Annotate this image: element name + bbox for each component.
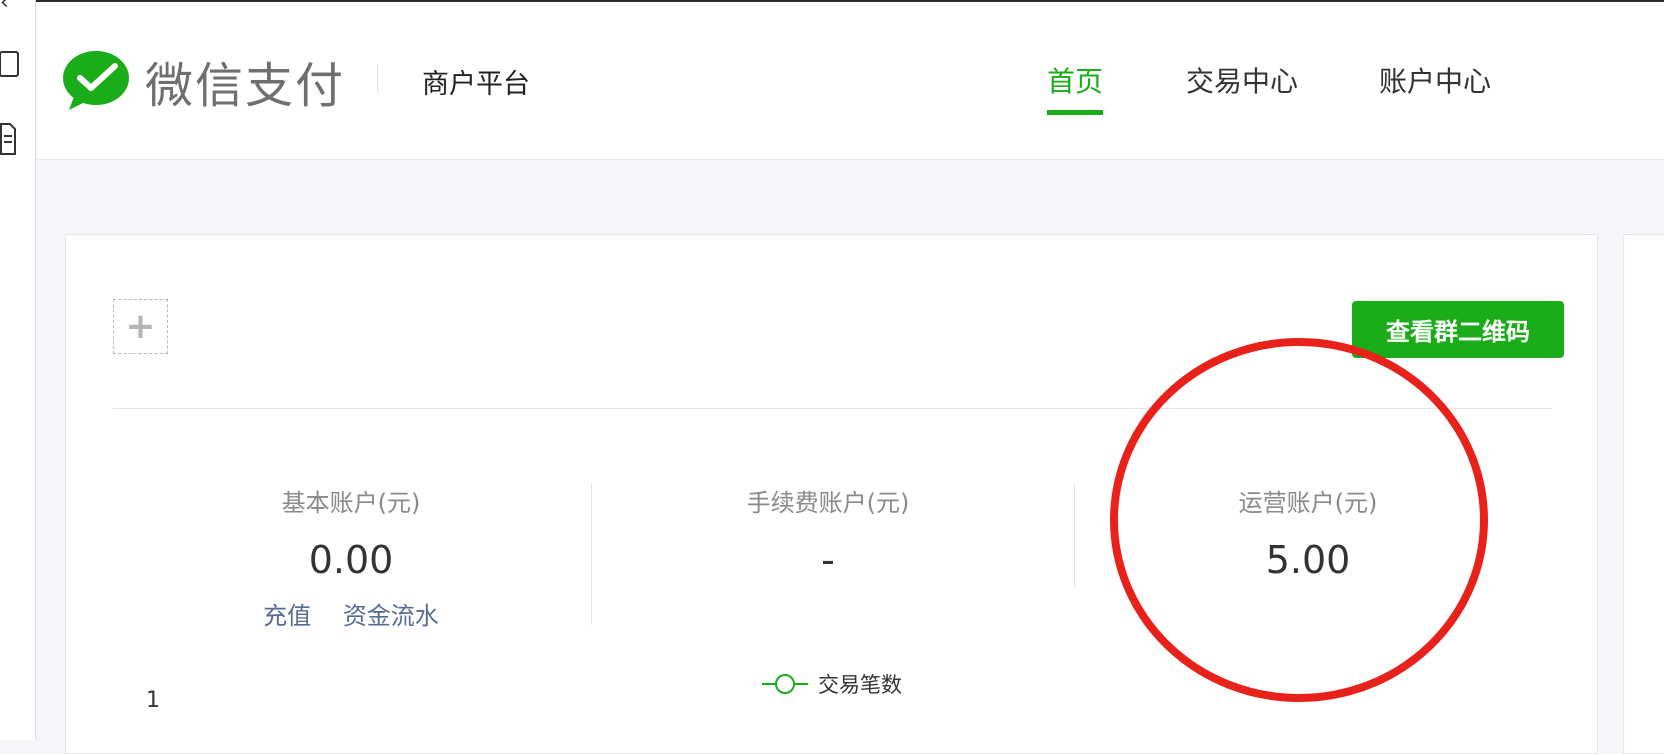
nav-active-underline (1047, 110, 1104, 115)
chart-legend[interactable]: 交易笔数 (762, 669, 902, 699)
add-button[interactable]: + (113, 299, 168, 354)
account-divider (591, 483, 592, 625)
legend-label: 交易笔数 (818, 673, 902, 697)
account-divider (1074, 483, 1075, 587)
nav-account-center-label: 账户中心 (1379, 65, 1492, 98)
basic-account-links: 充值 资金流水 (141, 596, 561, 631)
fee-account: 手续费账户(元) - (618, 483, 1038, 582)
fee-account-balance: - (821, 538, 835, 582)
basic-account: 基本账户(元) 0.00 充值 资金流水 (141, 483, 561, 631)
view-group-qrcode-button[interactable]: 查看群二维码 (1352, 301, 1564, 358)
nav-home-label: 首页 (1047, 65, 1104, 98)
operating-account-balance: 5.00 (1265, 538, 1351, 582)
operating-account: 运营账户(元) 5.00 (1098, 483, 1518, 582)
account-overview-card: + 查看群二维码 基本账户(元) 0.00 充值 资金流水 手续费账户(元) -… (65, 234, 1598, 754)
chart-axis-tick: 1 (146, 688, 160, 713)
card-divider (113, 408, 1552, 409)
nav-account-center[interactable]: 账户中心 (1379, 60, 1491, 100)
top-header: 微信支付 商户平台 首页 交易中心 账户中心 (37, 2, 1664, 160)
basic-account-label: 基本账户(元) (281, 489, 421, 517)
operating-account-label: 运营账户(元) (1238, 489, 1378, 517)
os-sidebar: ‹ (0, 0, 36, 740)
main-nav: 首页 交易中心 账户中心 (37, 60, 1664, 120)
fund-flow-link[interactable]: 资金流水 (343, 602, 439, 630)
nav-home[interactable]: 首页 (1047, 60, 1104, 115)
side-panel-card (1623, 234, 1664, 754)
window-icon[interactable] (0, 50, 20, 83)
fee-account-label: 手续费账户(元) (746, 489, 910, 517)
recharge-link[interactable]: 充值 (263, 602, 311, 630)
document-icon[interactable] (0, 122, 16, 161)
chevron-left-icon[interactable]: ‹ (0, 0, 9, 14)
legend-line-marker-icon (762, 672, 808, 696)
nav-transactions[interactable]: 交易中心 (1186, 60, 1298, 100)
basic-account-balance: 0.00 (308, 538, 394, 582)
nav-transactions-label: 交易中心 (1186, 65, 1299, 98)
